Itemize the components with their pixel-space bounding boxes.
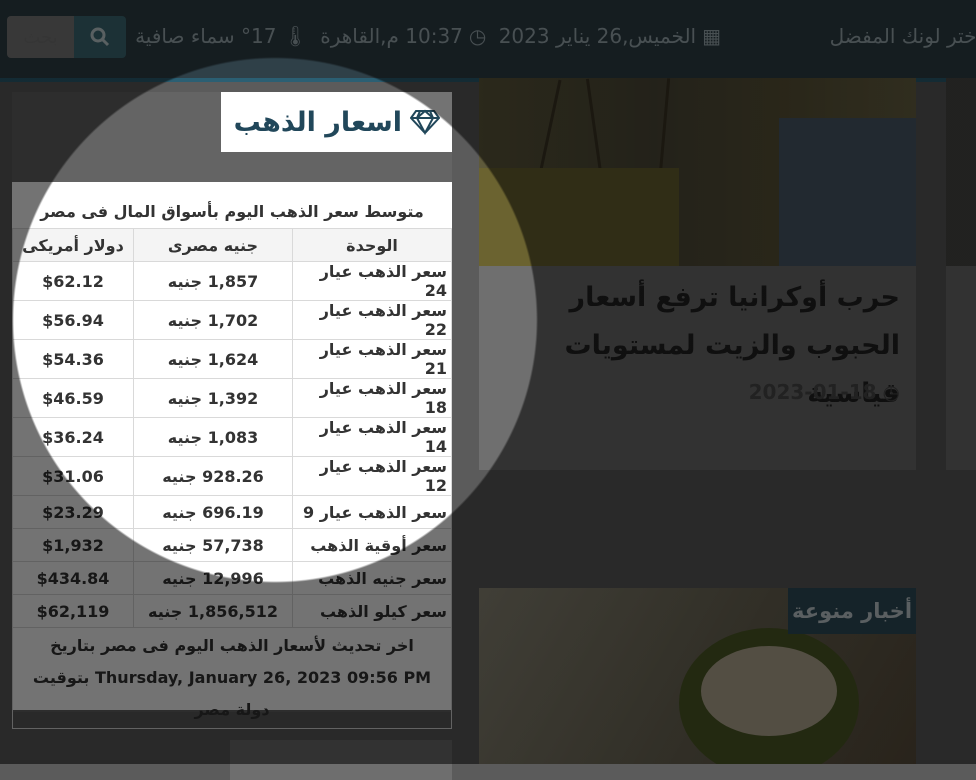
row-unit: سعر الذهب عيار 24 [292, 261, 452, 301]
row-usd: $54.36 [12, 339, 134, 379]
gold-update-note: اخر تحديث لأسعار الذهب اليوم فى مصر بتار… [12, 628, 452, 729]
row-unit: سعر الذهب عيار 18 [292, 378, 452, 418]
sidebar-next-widget-title [230, 740, 452, 780]
row-egp: 12,996 جنيه [133, 561, 293, 595]
row-egp: 1,857 جنيه [133, 261, 293, 301]
time-text: 10:37 م,القاهرة [320, 24, 463, 48]
weather-text: 17° سماء صافية [135, 24, 277, 48]
table-row: سعر الذهب عيار 12 928.26 جنيه $31.06 [12, 456, 452, 496]
header-usd: دولار أمريكى [12, 228, 134, 262]
table-row: سعر الذهب عيار 9 696.19 جنيه $23.29 [12, 495, 452, 529]
header-egp: جنيه مصرى [133, 228, 293, 262]
row-egp: 1,083 جنيه [133, 417, 293, 457]
calendar-icon: ▦ [702, 24, 721, 48]
row-usd: $46.59 [12, 378, 134, 418]
gold-title-text: اسعار الذهب [233, 106, 402, 138]
search-icon [90, 27, 110, 47]
gold-prices-table: متوسط سعر الذهب اليوم بأسواق المال فى مص… [12, 182, 452, 729]
gold-table-caption: متوسط سعر الذهب اليوم بأسواق المال فى مص… [40, 202, 424, 221]
row-usd: $434.84 [12, 561, 134, 595]
row-egp: 928.26 جنيه [133, 456, 293, 496]
search-input[interactable] [7, 16, 74, 58]
row-unit: سعر أوقية الذهب [292, 528, 452, 562]
table-row: سعر الذهب عيار 14 1,083 جنيه $36.24 [12, 417, 452, 457]
table-row: سعر جنيه الذهب 12,996 جنيه $434.84 [12, 561, 452, 595]
article-photo[interactable] [479, 78, 916, 266]
table-row: سعر الذهب عيار 24 1,857 جنيه $62.12 [12, 261, 452, 301]
table-row: سعر كيلو الذهب 1,856,512 جنيه $62,119 [12, 594, 452, 628]
row-unit: سعر جنيه الذهب [292, 561, 452, 595]
row-egp: 57,738 جنيه [133, 528, 293, 562]
row-unit: سعر الذهب عيار 12 [292, 456, 452, 496]
row-usd: $31.06 [12, 456, 134, 496]
row-usd: $62,119 [12, 594, 134, 628]
row-egp: 1,624 جنيه [133, 339, 293, 379]
article-date: ◷ 2023-01-18 [749, 380, 900, 404]
row-egp: 696.19 جنيه [133, 495, 293, 529]
table-row: سعر الذهب عيار 22 1,702 جنيه $56.94 [12, 300, 452, 340]
row-unit: سعر الذهب عيار 21 [292, 339, 452, 379]
table-header-row: الوحدة جنيه مصرى دولار أمريكى [12, 228, 452, 262]
diamond-icon [410, 109, 440, 135]
header-unit: الوحدة [292, 228, 452, 262]
top-bar: اختر لونك المفضل ▦الخميس,26 يناير 2023 ◷… [0, 0, 976, 78]
date-text: الخميس,26 يناير 2023 [498, 24, 697, 48]
color-preference-link[interactable]: اختر لونك المفضل [830, 24, 976, 48]
gold-table: الوحدة جنيه مصرى دولار أمريكى سعر الذهب … [12, 228, 452, 628]
row-unit: سعر الذهب عيار 14 [292, 417, 452, 457]
article-date-text: 2023-01-18 [748, 380, 877, 404]
row-unit: سعر الذهب عيار 9 [292, 495, 452, 529]
thermometer-icon: 🌡 [282, 24, 308, 48]
row-usd: $62.12 [12, 261, 134, 301]
clock-icon: ◷ [468, 24, 487, 48]
row-usd: $56.94 [12, 300, 134, 340]
row-unit: سعر الذهب عيار 22 [292, 300, 452, 340]
row-egp: 1,392 جنيه [133, 378, 293, 418]
row-usd: $1,932 [12, 528, 134, 562]
date-weather-info: ▦الخميس,26 يناير 2023 ◷10:37 م,القاهرة 🌡… [129, 24, 721, 48]
next-article-photo[interactable] [946, 78, 976, 266]
clock-icon: ◷ [882, 380, 900, 404]
table-row: سعر الذهب عيار 21 1,624 جنيه $54.36 [12, 339, 452, 379]
row-usd: $23.29 [12, 495, 134, 529]
row-egp: 1,856,512 جنيه [133, 594, 293, 628]
gold-widget-title: اسعار الذهب [221, 92, 452, 152]
search-button[interactable] [74, 16, 126, 58]
row-usd: $36.24 [12, 417, 134, 457]
table-row: سعر الذهب عيار 18 1,392 جنيه $46.59 [12, 378, 452, 418]
row-unit: سعر كيلو الذهب [292, 594, 452, 628]
row-egp: 1,702 جنيه [133, 300, 293, 340]
table-row: سعر أوقية الذهب 57,738 جنيه $1,932 [12, 528, 452, 562]
next-article-card [946, 266, 976, 470]
misc-news-label[interactable]: أخبار منوعة [788, 588, 916, 634]
